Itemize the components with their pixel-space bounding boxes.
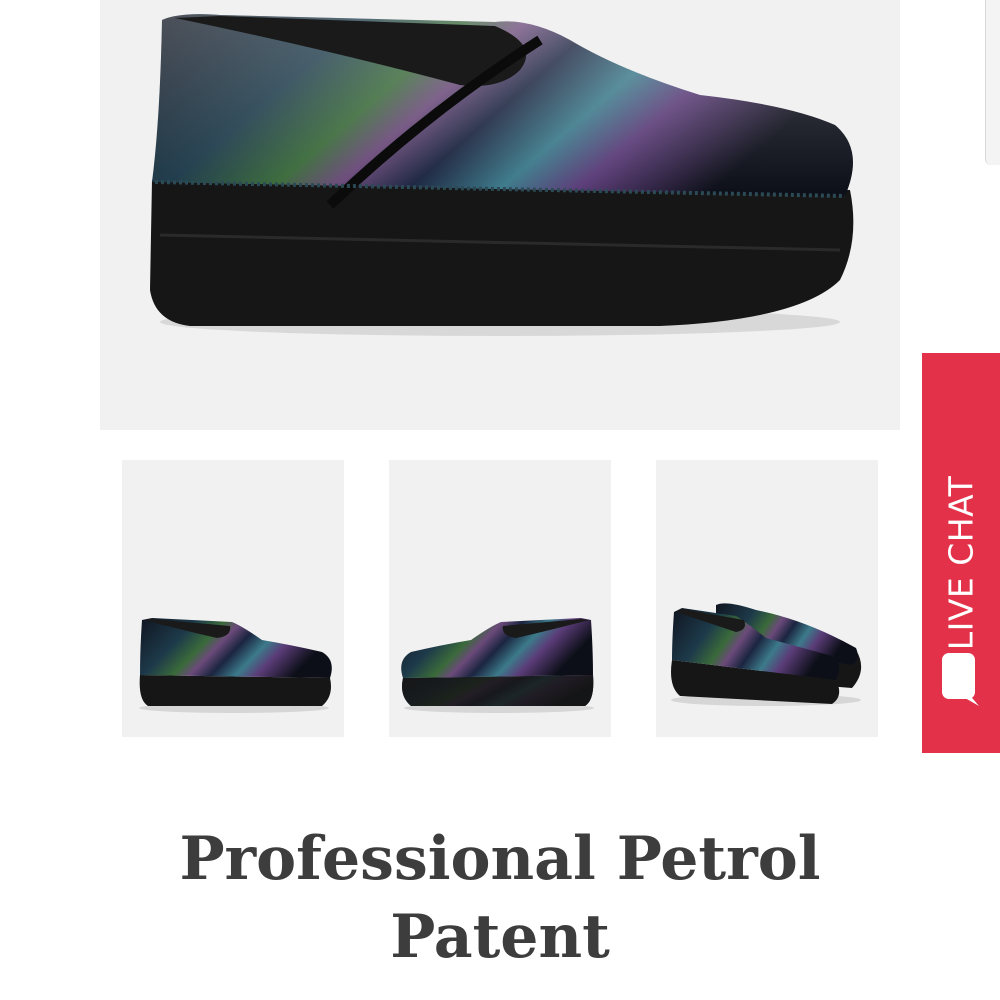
thumbnail-1[interactable] xyxy=(122,460,344,737)
live-chat-label: LIVE CHAT xyxy=(941,475,981,651)
live-chat-button[interactable]: LIVE CHAT xyxy=(922,353,1000,753)
scrollbar[interactable] xyxy=(985,0,1000,165)
chat-bubble-icon xyxy=(942,653,979,706)
thumbnail-2[interactable] xyxy=(389,460,611,737)
product-title: Professional Petrol Patent xyxy=(179,824,821,972)
thumbnail-3[interactable] xyxy=(656,460,878,737)
main-product-image xyxy=(100,0,900,430)
